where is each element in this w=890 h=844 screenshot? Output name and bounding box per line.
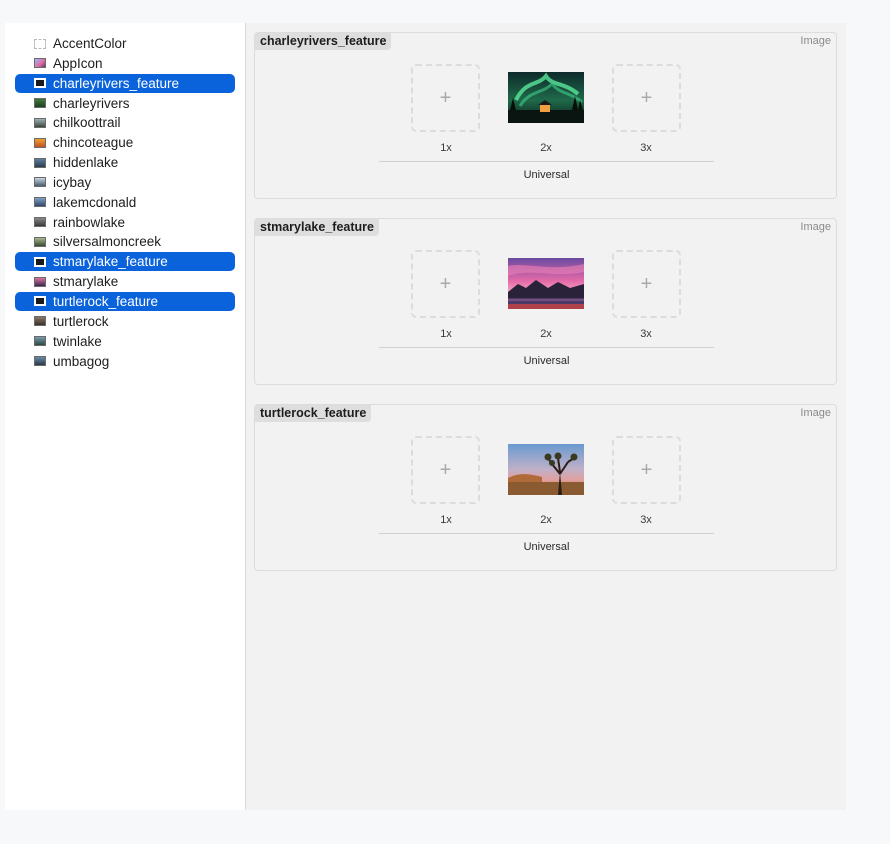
plus-icon: +: [640, 86, 653, 109]
image-set-icon: [34, 137, 46, 148]
image-set-icon: [34, 336, 46, 347]
sidebar-item-label: hiddenlake: [53, 155, 119, 171]
image-set-icon: [34, 78, 46, 89]
sidebar-item-accentcolor[interactable]: AccentColor: [15, 34, 235, 53]
sidebar-item-lakemcdonald[interactable]: lakemcdonald: [15, 193, 235, 212]
sidebar-item-charleyrivers-feature[interactable]: charleyrivers_feature: [15, 73, 235, 93]
sidebar-item-label: icybay: [53, 174, 92, 190]
image-set-icon: [34, 256, 46, 267]
image-set-icon: [34, 276, 46, 287]
sidebar-item-label: rainbowlake: [53, 214, 126, 230]
scale-label-2x: 2x: [540, 142, 552, 154]
asset-list-sidebar: AccentColor AppIcon charleyrivers_featur…: [5, 23, 246, 810]
sidebar-item-label: turtlerock: [53, 313, 109, 329]
slot-3x-empty[interactable]: +: [612, 250, 681, 318]
image-set-title: stmarylake_feature: [255, 219, 379, 236]
scale-label-3x: 3x: [640, 514, 652, 526]
image-set-icon: [34, 157, 46, 168]
image-set-icon: [34, 98, 46, 109]
sidebar-item-silversalmoncreek[interactable]: silversalmoncreek: [15, 232, 235, 251]
image-set-icon: [34, 316, 46, 327]
plus-icon: +: [439, 458, 452, 481]
image-set-icon: [34, 356, 46, 366]
slot-3x-empty[interactable]: +: [612, 436, 681, 504]
scale-label-3x: 3x: [640, 142, 652, 154]
sidebar-item-label: chilkoottrail: [53, 115, 121, 131]
sidebar-item-label: charleyrivers: [53, 95, 130, 111]
asset-type-label: Image: [800, 221, 831, 233]
app-icon-set-icon: [34, 58, 46, 69]
sidebar-item-label: AppIcon: [53, 55, 103, 71]
image-set-icon: [34, 177, 46, 188]
idiom-divider: [379, 533, 714, 534]
sidebar-item-chilkoottrail[interactable]: chilkoottrail: [15, 113, 235, 132]
sidebar-item-stmarylake-feature[interactable]: stmarylake_feature: [15, 252, 235, 272]
slot-3x-empty[interactable]: +: [612, 64, 681, 132]
sidebar-item-stmarylake[interactable]: stmarylake: [15, 272, 235, 291]
image-set-title: charleyrivers_feature: [255, 33, 392, 50]
joshua-tree-desert-photo[interactable]: [508, 444, 584, 495]
sidebar-item-hiddenlake[interactable]: hiddenlake: [15, 153, 235, 172]
sidebar-item-label: twinlake: [53, 333, 102, 349]
sidebar-item-label: stmarylake: [53, 274, 119, 290]
sidebar-item-twinlake[interactable]: twinlake: [15, 332, 235, 351]
sidebar-item-turtlerock-feature[interactable]: turtlerock_feature: [15, 291, 235, 311]
scale-label-2x: 2x: [540, 328, 552, 340]
sidebar-item-icybay[interactable]: icybay: [15, 173, 235, 192]
sidebar-item-charleyrivers[interactable]: charleyrivers: [15, 94, 235, 113]
image-set-card[interactable]: stmarylake_feature Image + + 1x 2x 3x Un…: [254, 218, 837, 385]
idiom-label: Universal: [523, 169, 570, 181]
asset-type-label: Image: [800, 407, 831, 419]
pink-sunset-lake-photo[interactable]: [508, 258, 584, 309]
sidebar-item-label: umbagog: [53, 353, 110, 369]
image-set-icon: [34, 236, 46, 247]
scale-label-1x: 1x: [440, 514, 452, 526]
sidebar-item-label: turtlerock_feature: [53, 293, 159, 309]
sidebar-item-appicon[interactable]: AppIcon: [15, 54, 235, 73]
asset-type-label: Image: [800, 35, 831, 47]
idiom-divider: [379, 161, 714, 162]
sidebar-item-label: AccentColor: [53, 36, 127, 51]
asset-catalog-window: AccentColor AppIcon charleyrivers_featur…: [5, 23, 846, 810]
asset-detail-area: charleyrivers_feature Image + + 1x 2x 3x…: [246, 23, 846, 810]
plus-icon: +: [439, 86, 452, 109]
image-set-icon: [34, 296, 46, 307]
sidebar-item-label: chincoteague: [53, 135, 134, 151]
scale-label-3x: 3x: [640, 328, 652, 340]
sidebar-item-umbagog[interactable]: umbagog: [15, 352, 235, 371]
idiom-divider: [379, 347, 714, 348]
slot-1x-empty[interactable]: +: [411, 436, 480, 504]
sidebar-item-chincoteague[interactable]: chincoteague: [15, 133, 235, 152]
idiom-label: Universal: [523, 355, 570, 367]
image-set-title: turtlerock_feature: [255, 405, 372, 422]
image-set-icon: [34, 197, 46, 208]
sidebar-item-turtlerock[interactable]: turtlerock: [15, 312, 235, 331]
sidebar-item-rainbowlake[interactable]: rainbowlake: [15, 213, 235, 232]
image-set-icon: [34, 217, 46, 228]
sidebar-item-label: lakemcdonald: [53, 194, 137, 210]
image-set-card[interactable]: charleyrivers_feature Image + + 1x 2x 3x…: [254, 32, 837, 199]
sidebar-item-label: charleyrivers_feature: [53, 75, 180, 91]
image-set-card[interactable]: turtlerock_feature Image + + 1x 2x 3x Un…: [254, 404, 837, 571]
scale-label-1x: 1x: [440, 142, 452, 154]
idiom-label: Universal: [523, 541, 570, 553]
color-set-icon: [34, 38, 46, 49]
scale-label-2x: 2x: [540, 514, 552, 526]
slot-1x-empty[interactable]: +: [411, 250, 480, 318]
asset-list: AccentColor AppIcon charleyrivers_featur…: [15, 34, 235, 371]
sidebar-item-label: silversalmoncreek: [53, 234, 162, 250]
plus-icon: +: [640, 458, 653, 481]
image-set-icon: [34, 117, 46, 128]
scale-label-1x: 1x: [440, 328, 452, 340]
aurora-night-cabin-photo[interactable]: [508, 72, 584, 123]
plus-icon: +: [439, 272, 452, 295]
plus-icon: +: [640, 272, 653, 295]
slot-1x-empty[interactable]: +: [411, 64, 480, 132]
sidebar-item-label: stmarylake_feature: [53, 254, 168, 270]
